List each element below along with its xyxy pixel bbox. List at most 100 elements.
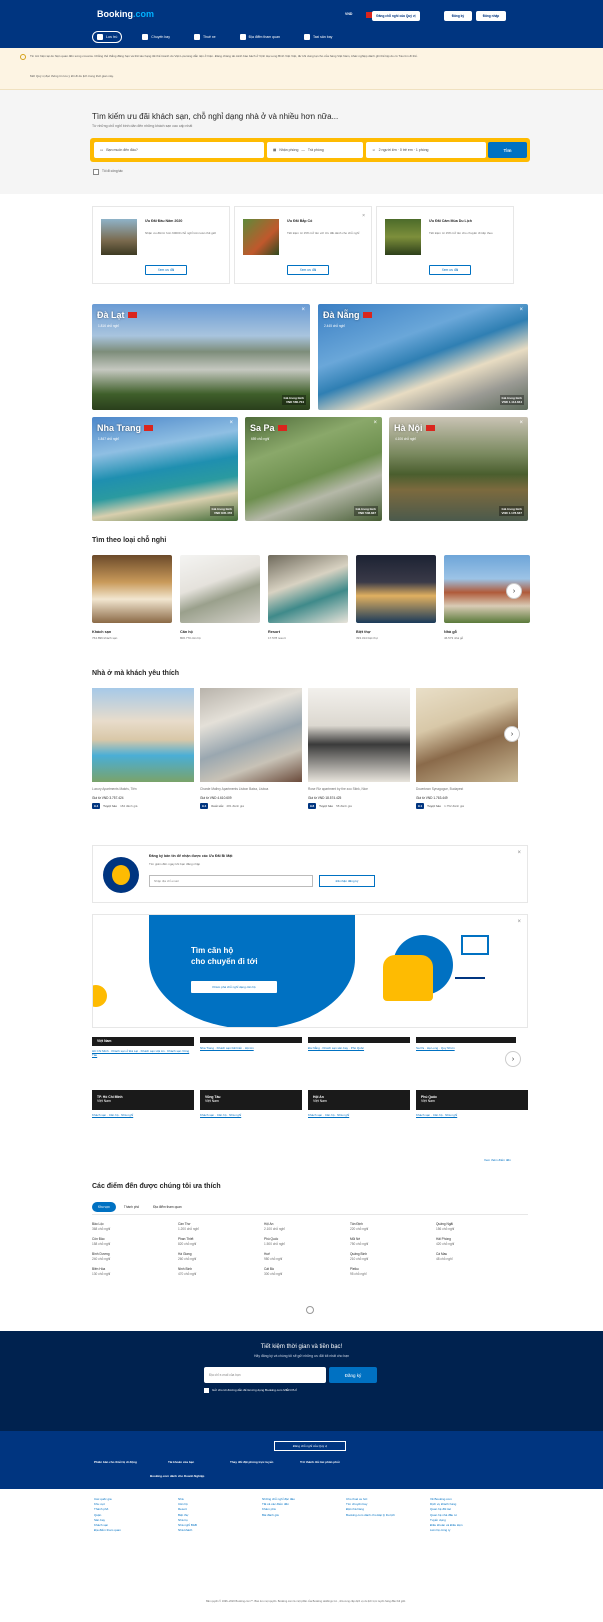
subscribe-button[interactable]: Đã nhận đăng ký bbox=[319, 875, 375, 887]
footer-column-link[interactable]: Nhà khách bbox=[178, 1528, 256, 1533]
city-links[interactable]: Hồ Chí Minh · Khách sạn ở Đà Lạt · Khách… bbox=[92, 1049, 194, 1057]
home-card[interactable]: Charde Malhry Apartments Lisbon Baixa, L… bbox=[200, 688, 302, 809]
nav-stays[interactable]: Lưu trú bbox=[92, 31, 123, 43]
app-link-checkbox[interactable] bbox=[204, 1388, 209, 1393]
newsletter-email-input[interactable]: Địa chỉ e-mail của bạn bbox=[204, 1367, 326, 1383]
vietnam-flag-icon bbox=[127, 312, 137, 318]
favorite-destination[interactable]: Mũi Né 750 chỗ nghỉ bbox=[350, 1237, 368, 1246]
favorite-destination[interactable]: Hải Phòng 420 chỗ nghỉ bbox=[436, 1237, 454, 1246]
close-icon[interactable]: × bbox=[519, 307, 523, 313]
destination-input[interactable]: ▭ Bạn muốn đến đâu? bbox=[94, 142, 264, 158]
register-button[interactable]: Đăng ký bbox=[444, 11, 472, 21]
nav-flights[interactable]: Chuyến bay bbox=[138, 31, 174, 43]
more-destinations-link[interactable]: Xem thêm điểm đến bbox=[484, 1158, 511, 1162]
close-icon[interactable]: × bbox=[229, 420, 233, 426]
picture-frame bbox=[461, 935, 489, 955]
footer-link[interactable]: Tài khoản của bạn bbox=[168, 1460, 194, 1464]
home-card[interactable]: Luxury Apartments Makris, Tiên Giá từ VN… bbox=[92, 688, 194, 809]
favorite-destination[interactable]: Bình Dương 240 chỗ nghỉ bbox=[92, 1252, 110, 1261]
newsletter-subscribe-button[interactable]: Đăng ký bbox=[329, 1367, 377, 1383]
footer-link[interactable]: Phiên bản cho thiết bị di động bbox=[94, 1460, 137, 1464]
footer-column-link[interactable]: Bài đánh giá bbox=[262, 1513, 340, 1518]
deal-card[interactable]: Ưu Đãi Bắp Cỏ Tiết kiệm từ 15% trở lên v… bbox=[234, 206, 372, 284]
home-card[interactable]: Rose Riz apartment by the zoo Stink, Nic… bbox=[308, 688, 410, 809]
type-card[interactable]: Khách sạn 764.896 khách sạn bbox=[92, 555, 172, 640]
favorite-destination[interactable]: Pleiku 95 chỗ nghỉ bbox=[350, 1267, 366, 1276]
close-icon[interactable]: × bbox=[519, 420, 523, 426]
destination-card[interactable]: Đà Nẵng 2.445 chỗ nghỉ Giá trung bình VND… bbox=[318, 304, 528, 410]
view-deal-button[interactable]: Xem ưu đãi bbox=[145, 265, 187, 275]
footer-list-property-button[interactable]: Đăng chỗ nghỉ của Quý vị bbox=[274, 1441, 346, 1451]
city-links[interactable]: Khách sạn · Căn hộ · Nhà nghỉ bbox=[308, 1113, 410, 1118]
date-picker[interactable]: ▦ Nhận phòng — Trả phòng bbox=[267, 142, 363, 158]
favorite-destination[interactable]: Côn Đảo 158 chỗ nghỉ bbox=[92, 1237, 110, 1246]
close-icon[interactable]: × bbox=[517, 919, 521, 925]
tab-regions[interactable]: Khu vực bbox=[92, 1202, 116, 1212]
list-property-button[interactable]: Đăng chỗ nghỉ của Quý vị bbox=[372, 11, 420, 21]
subscribe-email-input[interactable]: Nhập địa chỉ email bbox=[149, 875, 313, 887]
favorite-destination[interactable]: Hội An 2.100 chỗ nghỉ bbox=[264, 1222, 285, 1231]
footer-link[interactable]: Thay đổi đặt phòng trực tuyến bbox=[230, 1460, 273, 1464]
view-deal-button[interactable]: Xem ưu đãi bbox=[287, 265, 329, 275]
close-icon[interactable]: × bbox=[373, 420, 377, 426]
signin-button[interactable]: Đăng nhập bbox=[476, 11, 506, 21]
city-links[interactable]: Khách sạn · Căn hộ · Nhà nghỉ bbox=[416, 1113, 528, 1118]
nav-car-rental[interactable]: Thuê xe bbox=[190, 31, 220, 43]
favorite-destination[interactable]: Phú Quốc 1.500 chỗ nghỉ bbox=[264, 1237, 285, 1246]
type-card[interactable]: Resort 17.578 resort bbox=[268, 555, 348, 640]
city-links[interactable]: Khách sạn · Căn hộ · Nhà nghỉ bbox=[200, 1113, 302, 1118]
favorite-destination[interactable]: Quảng Bình 210 chỗ nghỉ bbox=[350, 1252, 368, 1261]
favorite-destination[interactable]: Hà Giang 260 chỗ nghỉ bbox=[178, 1252, 196, 1261]
footer-link[interactable]: Booking.com dành cho Doanh Nghiệp bbox=[150, 1474, 204, 1478]
favorite-destination[interactable]: Phan Thiết 820 chỗ nghỉ bbox=[178, 1237, 196, 1246]
booking-logo[interactable]: Booking.com bbox=[97, 9, 154, 19]
search-button[interactable]: Tìm bbox=[488, 142, 527, 158]
close-icon[interactable]: × bbox=[517, 850, 521, 856]
type-card[interactable]: Biệt thự 393.314 biệt thự bbox=[356, 555, 436, 640]
deal-card[interactable]: Ưu Đãi Đầu Năm 2020 Nhận ưu đãi từ hơn 6… bbox=[92, 206, 230, 284]
favorite-destination[interactable]: Cát Bà 300 chỗ nghỉ bbox=[264, 1267, 282, 1276]
close-icon[interactable]: × bbox=[301, 307, 305, 313]
tab-attractions[interactable]: Địa điểm tham quan bbox=[147, 1202, 188, 1212]
deal-card[interactable]: Ưu Đãi Cảm Mùa Du Lịch Tiết kiệm từ 15% … bbox=[376, 206, 514, 284]
footer-column-link[interactable]: Địa điểm tham quan bbox=[94, 1528, 172, 1533]
destination-card[interactable]: Nha Trang 1.847 chỗ nghỉ Giá trung bình V… bbox=[92, 417, 238, 521]
guests-selector[interactable]: ☺ 2 người lớn · 0 trẻ em · 1 phòng bbox=[366, 142, 486, 158]
city-links[interactable]: Nha Trang · Khách sạn bãi biển · Hội An bbox=[200, 1046, 302, 1051]
notice-link[interactable]: Mời Quý vị đọc thông tin lưu ý khi đi du… bbox=[30, 74, 570, 78]
next-arrow-icon[interactable]: › bbox=[504, 726, 520, 742]
favorite-destination[interactable]: Ninh Bình 470 chỗ nghỉ bbox=[178, 1267, 196, 1276]
promo-button[interactable]: Khám phá chỗ nghỉ dạng căn hộ bbox=[191, 981, 277, 993]
view-deal-button[interactable]: Xem ưu đãi bbox=[429, 265, 471, 275]
close-icon[interactable]: × bbox=[362, 213, 365, 219]
currency-selector[interactable]: VND bbox=[345, 12, 352, 16]
type-card[interactable]: Căn hộ 806.770 căn hộ bbox=[180, 555, 260, 640]
vietnam-flag-icon bbox=[425, 425, 435, 431]
home-image bbox=[308, 688, 410, 782]
destination-card[interactable]: Hà Nội 4.106 chỗ nghỉ Giá trung bình VND … bbox=[389, 417, 528, 521]
destination-card[interactable]: Đà Lạt 1.816 chỗ nghỉ Giá trung bình VND … bbox=[92, 304, 310, 410]
city-links[interactable]: Đà Nẵng · Khách sạn sân bay · Phú Quốc bbox=[308, 1046, 410, 1051]
next-arrow-icon[interactable]: › bbox=[505, 1051, 521, 1067]
next-arrow-icon[interactable]: › bbox=[506, 583, 522, 599]
favorite-destination[interactable]: Cần Thơ 1.200 chỗ nghỉ bbox=[178, 1222, 199, 1231]
footer-column-link[interactable]: Liên hệ công ty bbox=[430, 1528, 508, 1533]
tab-cities[interactable]: Thành phố bbox=[118, 1202, 145, 1212]
favorite-destination[interactable]: Bảo Lộc 368 chỗ nghỉ bbox=[92, 1222, 110, 1231]
favorite-destination[interactable]: Cà Mau 48 chỗ nghỉ bbox=[436, 1252, 452, 1261]
footer-link[interactable]: Trở thành đối tác phân phối bbox=[300, 1460, 340, 1464]
city-links[interactable]: Khách sạn · Căn hộ · Nhà nghỉ bbox=[92, 1113, 194, 1118]
business-checkbox[interactable] bbox=[93, 169, 99, 175]
deal-desc: Tiết kiệm từ 15% trở lên với Ưu đãi dành… bbox=[287, 231, 360, 235]
city-links[interactable]: Sa Pa · Hạ Long · Quy Nhơn bbox=[416, 1046, 516, 1051]
favorite-destination[interactable]: Tân Định 220 chỗ nghỉ bbox=[350, 1222, 368, 1231]
footer-column-link[interactable]: Booking.com dành cho Đại lý Du lịch bbox=[346, 1513, 424, 1518]
type-name: Resort bbox=[268, 630, 281, 634]
favorite-destination[interactable]: Quảng Ngãi 156 chỗ nghỉ bbox=[436, 1222, 454, 1231]
favorite-destination[interactable]: Huế 980 chỗ nghỉ bbox=[264, 1252, 282, 1261]
home-card[interactable]: Downtown Synagogue, Budapest Giá từ VND … bbox=[416, 688, 518, 809]
destination-card[interactable]: Sa Pa 659 chỗ nghỉ Giá trung bình VND 536… bbox=[245, 417, 382, 521]
favorite-destination[interactable]: Biên Hòa 130 chỗ nghỉ bbox=[92, 1267, 110, 1276]
nav-attractions[interactable]: Địa điểm tham quan bbox=[236, 31, 284, 43]
nav-airport-taxi[interactable]: Taxi sân bay bbox=[300, 31, 336, 43]
